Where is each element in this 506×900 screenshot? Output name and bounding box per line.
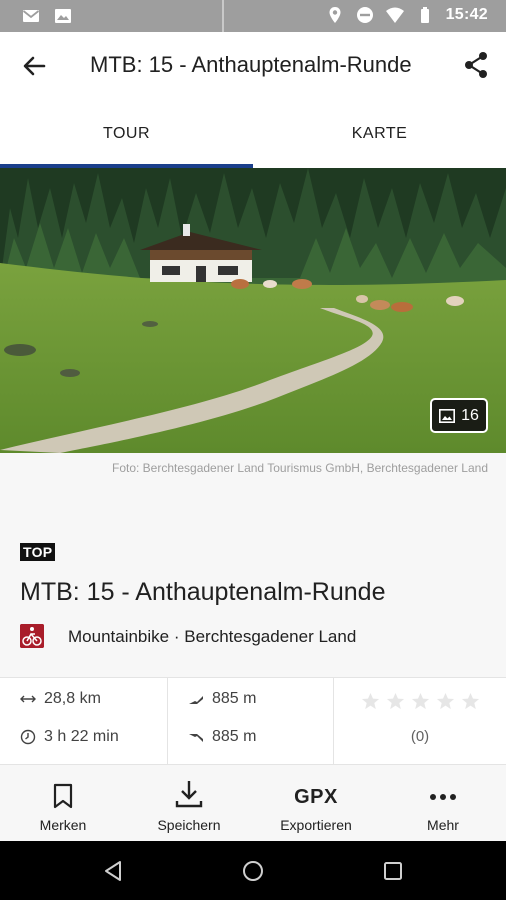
image-icon — [55, 9, 71, 23]
mehr-button[interactable]: Mehr — [380, 765, 506, 841]
gallery-icon — [439, 408, 456, 423]
ascent-value: 885 m — [212, 690, 257, 707]
separator: · — [173, 627, 180, 646]
gmail-icon — [22, 10, 40, 22]
navigation-bar — [0, 841, 506, 900]
stat-duration: 3 h 22 min — [20, 728, 119, 746]
arrow-back-icon[interactable] — [18, 52, 50, 80]
tour-category: Mountainbike — [68, 627, 170, 646]
download-icon — [175, 781, 203, 808]
status-bar-divider — [222, 0, 224, 32]
location-icon — [329, 7, 341, 23]
stat-ascent: 885 m — [188, 690, 256, 708]
photo-count: 16 — [461, 406, 479, 424]
exportieren-button[interactable]: GPX Exportieren — [253, 765, 379, 841]
tour-category-line: Mountainbike · Berchtesgadener Land — [68, 627, 356, 647]
merken-button[interactable]: Merken — [0, 765, 126, 841]
photo-caption-bar: Foto: Berchtesgadener Land Tourismus Gmb… — [0, 453, 506, 487]
tour-region: Berchtesgadener Land — [184, 627, 357, 646]
clock-icon — [20, 729, 36, 745]
bookmark-icon — [53, 783, 73, 809]
stat-distance: 28,8 km — [20, 690, 101, 708]
descent-value: 885 m — [212, 728, 257, 745]
action-bar: Merken Speichern GPX Exportieren Mehr — [0, 765, 506, 841]
tab-karte[interactable]: KARTE — [253, 100, 506, 168]
tab-bar: TOUR KARTE — [0, 100, 506, 168]
descent-icon — [189, 734, 203, 742]
speichern-button[interactable]: Speichern — [126, 765, 252, 841]
merken-label: Merken — [39, 817, 87, 833]
do-not-disturb-icon — [356, 7, 373, 23]
tab-tour[interactable]: TOUR — [0, 100, 253, 168]
share-icon[interactable] — [462, 50, 490, 80]
photo-count-button[interactable]: 16 — [430, 398, 488, 433]
page-title: MTB: 15 - Anthauptenalm-Runde — [90, 52, 412, 77]
gpx-icon: GPX — [294, 786, 338, 808]
mehr-label: Mehr — [427, 817, 459, 833]
ascent-icon — [189, 696, 203, 704]
star-icon — [461, 692, 480, 710]
battery-icon — [420, 7, 429, 23]
mountainbike-icon — [20, 624, 44, 648]
star-icon — [386, 692, 405, 710]
distance-icon — [20, 695, 36, 703]
rating-count: (0) — [410, 728, 430, 745]
rating-stars — [361, 692, 480, 711]
star-icon — [436, 692, 455, 710]
duration-value: 3 h 22 min — [44, 728, 119, 745]
top-badge: TOP — [20, 543, 56, 561]
exportieren-label: Exportieren — [280, 817, 352, 833]
stat-descent: 885 m — [188, 728, 256, 746]
tour-title: MTB: 15 - Anthauptenalm-Runde — [20, 578, 386, 606]
star-icon — [411, 692, 430, 710]
tour-header: TOP MTB: 15 - Anthauptenalm-Runde Mounta… — [0, 487, 506, 677]
nav-recents-icon[interactable] — [381, 859, 405, 883]
status-bar: 15:42 — [0, 0, 506, 32]
rating[interactable]: (0) — [334, 678, 506, 766]
photo-caption: Foto: Berchtesgadener Land Tourismus Gmb… — [112, 461, 488, 475]
wifi-icon — [385, 7, 404, 23]
status-time: 15:42 — [445, 6, 488, 23]
app-bar: MTB: 15 - Anthauptenalm-Runde — [0, 32, 506, 100]
distance-value: 28,8 km — [44, 690, 101, 707]
tour-stats: 28,8 km 3 h 22 min 885 m 885 m (0) — [0, 677, 506, 766]
more-horizontal-icon — [430, 794, 456, 800]
nav-back-icon[interactable] — [101, 859, 125, 883]
star-icon — [361, 692, 380, 710]
nav-home-icon[interactable] — [241, 859, 265, 883]
speichern-label: Speichern — [157, 817, 221, 833]
